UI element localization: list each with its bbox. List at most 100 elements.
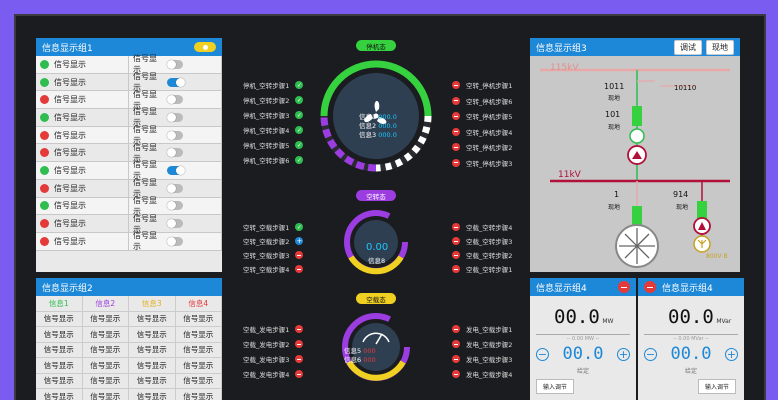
status-dot [40, 165, 49, 175]
minus-icon [452, 158, 460, 167]
check-icon: ✓ [295, 96, 304, 104]
step-item: 停机_空转步骤2 ✓ [243, 95, 304, 105]
info-group-2: 信息显示组2 信息1 信息2 信息3 信息4 信号显示 信号显示 信号显示 信号显示 信号显示信… [36, 278, 222, 400]
signal-row: 信号显示 信号显示 [36, 143, 222, 163]
grid-cell: 信号显示 [129, 342, 176, 358]
grid-cell: 信号显示 [36, 311, 83, 327]
signal-row: 信号显示 信号显示 [36, 125, 222, 145]
increase-button[interactable]: + [616, 347, 630, 361]
grid-cell: 信号显示 [82, 327, 129, 343]
minus-icon [452, 251, 460, 259]
signal-label: 信号显示 [54, 183, 86, 193]
step-label: 空转_停机步骤3 [466, 159, 513, 168]
local-button[interactable]: 现地 [706, 39, 734, 55]
step-item: 发电_空载步骤1 [452, 324, 512, 334]
info-group-1: 信息显示组1 信号显示 信号显示 信号显示 信号显示 信号显示 信号显示 信号显示 信号显示信… [36, 38, 222, 272]
signal-label: 信号显示 [54, 165, 86, 175]
step-item: 发电_空载步骤4 [452, 369, 512, 379]
signal-row: 信号显示 信号显示 [36, 107, 222, 127]
group5-setpoint[interactable]: 00.0 [671, 344, 712, 364]
step-label: 空载_空转步骤4 [466, 224, 513, 232]
toggle-switch[interactable] [166, 219, 183, 229]
step-item: 空转_空载步骤2 + [243, 236, 304, 246]
group1-title: 信息显示组1 [42, 43, 93, 54]
close-icon[interactable] [644, 281, 656, 293]
step-label: 空转_空载步骤2 [243, 238, 290, 246]
step-item: 停机_空转步骤1 ✓ [243, 80, 304, 90]
column-header: 信息3 [129, 296, 176, 312]
decrease-button[interactable]: − [536, 347, 549, 361]
status-dot [40, 183, 49, 193]
gauge-main-readout: 信息1 000.0 信息2 000.0 信息3 000.0 [359, 113, 397, 139]
state-pill-idle[interactable]: 空转态 [356, 190, 396, 201]
toggle-switch[interactable] [166, 183, 183, 193]
grid-cell: 信号显示 [82, 342, 129, 358]
status-dot [40, 219, 49, 229]
grid-cell: 信号显示 [129, 327, 176, 343]
check-icon: ✓ [295, 156, 304, 164]
minus-icon [452, 370, 460, 378]
toggle-switch[interactable] [166, 148, 183, 158]
step-label: 发电_空载步骤1 [466, 326, 513, 334]
increase-button[interactable]: + [724, 347, 738, 361]
minus-icon [452, 355, 460, 363]
decrease-button[interactable]: − [644, 347, 657, 361]
step-label: 空载_空转步骤2 [466, 252, 513, 260]
signal-label: 信号显示 [54, 59, 86, 69]
step-item: 空转_停机步骤1 [452, 80, 512, 90]
step-label: 停机_空转步骤4 [243, 127, 290, 135]
state-pill-noload[interactable]: 空载态 [356, 293, 396, 304]
voltage-label: 800V B [706, 253, 728, 260]
breaker-914-mode: 现地 [676, 204, 689, 211]
toggle-switch[interactable] [166, 59, 183, 69]
group1-rows: 信号显示 信号显示 信号显示 信号显示 信号显示 信号显示 信号显示 信号显示 信号显示 信号显示… [36, 54, 222, 251]
state-pill-stop[interactable]: 停机态 [356, 40, 396, 51]
debug-button[interactable]: 调试 [674, 39, 702, 55]
toggle-switch[interactable] [166, 236, 183, 246]
step-item: 空转_停机步骤3 [452, 158, 512, 168]
toggle-switch[interactable] [166, 95, 183, 105]
minus-icon [295, 251, 304, 259]
close-icon[interactable] [618, 281, 630, 293]
column-header: 信息2 [82, 296, 129, 312]
step-label: 发电_空载步骤4 [466, 371, 513, 379]
check-icon: ✓ [295, 126, 304, 134]
step-item: 空转_空载步骤3 [243, 250, 304, 260]
step-label: 停机_空转步骤3 [243, 112, 290, 120]
grid-cell: 信号显示 [36, 373, 83, 389]
toggle-switch[interactable] [166, 165, 186, 175]
step-item: 空载_发电步骤3 [243, 354, 304, 364]
minus-icon [452, 96, 460, 105]
grid-cell: 信号显示 [36, 389, 83, 400]
step-item: 空载_空转步骤1 [452, 264, 512, 274]
group5-title: 信息显示组4 [662, 283, 713, 294]
step-label: 空转_停机步骤2 [466, 144, 513, 152]
grid-cell: 信号显示 [36, 342, 83, 358]
input-adjust-button[interactable]: 输入调节 [536, 379, 574, 394]
grid-cell: 信号显示 [129, 373, 176, 389]
input-adjust-button[interactable]: 输入调节 [698, 379, 736, 394]
step-item: 空载_发电步骤4 [243, 369, 304, 379]
group4-setpoint[interactable]: 00.0 [563, 344, 604, 364]
group2-title: 信息显示组2 [42, 283, 93, 294]
toggle-switch[interactable] [166, 112, 183, 122]
minus-icon [295, 355, 304, 363]
plus-icon: + [295, 237, 304, 245]
signal-label: 信号显示 [54, 201, 86, 211]
toggle-switch[interactable] [166, 201, 183, 211]
check-icon: ✓ [295, 141, 304, 149]
toggle-switch[interactable] [166, 77, 186, 87]
toggle-switch[interactable] [166, 130, 183, 140]
minus-icon [452, 265, 460, 273]
grid-cell: 信号显示 [129, 389, 176, 400]
step-item: 空载_发电步骤2 [243, 339, 304, 349]
step-item: 空转_空载步骤1 ✓ [243, 222, 304, 232]
info-group-4: 信息显示组4 00.0 MW -- 0.00 MW -- − 00.0 + 给定… [530, 278, 636, 400]
status-dot [40, 130, 49, 140]
info-group-3: 信息显示组3 调试 现地 115kV 11kV 1011 现地 10110 10… [530, 38, 740, 272]
indicator-lamp[interactable] [194, 42, 216, 52]
step-label: 空载_空转步骤1 [466, 266, 513, 274]
check-icon: ✓ [295, 81, 304, 89]
status-dot [40, 95, 49, 105]
minus-icon [452, 325, 460, 333]
